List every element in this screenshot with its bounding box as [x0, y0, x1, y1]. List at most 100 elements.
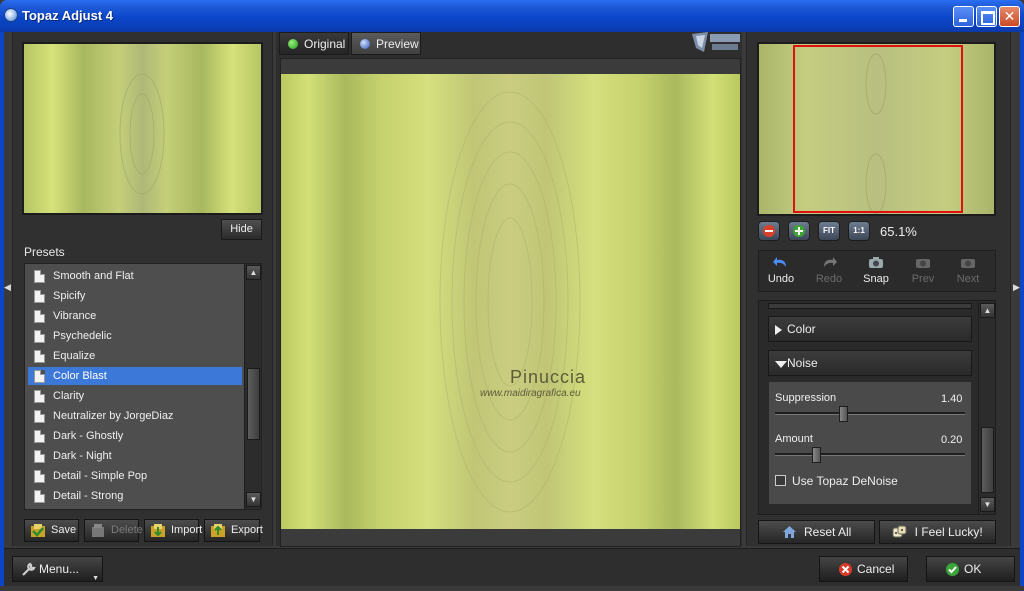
expand-arrow-icon: [775, 325, 782, 335]
zoom-fit-button[interactable]: FIT: [818, 221, 840, 241]
prev-button: Prev: [903, 256, 943, 285]
document-icon: [34, 470, 45, 483]
save-icon: [31, 524, 45, 537]
close-icon: ✕: [1003, 8, 1016, 24]
hide-button[interactable]: Hide: [221, 219, 262, 240]
delete-icon: [92, 524, 104, 537]
document-icon: [34, 330, 45, 343]
scroll-down-icon[interactable]: ▼: [246, 492, 261, 507]
document-icon: [34, 450, 45, 463]
scroll-up-icon[interactable]: ▲: [246, 265, 261, 280]
list-item[interactable]: Equalize: [28, 347, 242, 365]
collapse-left-panel-icon[interactable]: ◀: [4, 282, 12, 298]
preview-image[interactable]: [281, 74, 740, 529]
list-item[interactable]: Smooth and Flat: [28, 267, 242, 285]
zoom-out-icon: [763, 225, 775, 237]
zoom-100-button[interactable]: 1:1: [848, 221, 870, 241]
amount-value[interactable]: 0.20: [941, 434, 962, 446]
minimize-icon: [954, 7, 973, 26]
watermark-name: Pinuccia: [510, 367, 587, 387]
export-button[interactable]: Export: [204, 519, 263, 542]
minimize-button[interactable]: [953, 6, 974, 27]
preview-canvas[interactable]: [280, 58, 741, 547]
zoom-in-button[interactable]: [788, 221, 810, 241]
reset-all-button[interactable]: Reset All: [758, 520, 875, 544]
undo-button[interactable]: Undo: [761, 256, 801, 285]
amount-slider-handle[interactable]: [812, 447, 821, 463]
window-frame-right: [1020, 32, 1024, 586]
list-item[interactable]: Detail - Simple Pop: [28, 467, 242, 485]
zoom-out-button[interactable]: [758, 221, 780, 241]
document-icon: [34, 410, 45, 423]
tab-original[interactable]: Original: [279, 32, 349, 55]
maximize-icon: [977, 7, 996, 26]
denoise-checkbox[interactable]: [775, 475, 786, 486]
zoom-in-icon: [793, 225, 805, 237]
scroll-up-icon[interactable]: ▲: [980, 303, 995, 318]
save-button[interactable]: Save: [24, 519, 79, 542]
redo-button: Redo: [809, 256, 849, 285]
scrollbar-thumb[interactable]: [981, 427, 994, 493]
zoom-level: 65.1%: [880, 224, 917, 239]
app-logo-icon: [4, 8, 18, 22]
document-icon: [34, 310, 45, 323]
document-icon: [34, 490, 45, 503]
collapse-arrow-icon: [775, 361, 787, 368]
window-title: Topaz Adjust 4: [22, 8, 113, 23]
section-color[interactable]: Color: [768, 316, 972, 342]
suppression-slider-track[interactable]: [775, 412, 965, 415]
menu-button[interactable]: Menu... ▼: [12, 556, 103, 582]
list-item[interactable]: Clarity: [28, 387, 242, 405]
snap-button[interactable]: Snap: [856, 256, 896, 285]
i-feel-lucky-button[interactable]: I Feel Lucky!: [879, 520, 996, 544]
title-bar[interactable]: Topaz Adjust 4 ✕: [0, 0, 1024, 32]
list-item[interactable]: Dark - Night: [28, 447, 242, 465]
preset-list[interactable]: Smooth and Flat Spicify Vibrance Psyched…: [24, 263, 262, 510]
export-icon: [211, 524, 225, 537]
list-item[interactable]: Spicify: [28, 287, 242, 305]
document-icon: [34, 290, 45, 303]
list-item[interactable]: Dark - Ghostly: [28, 427, 242, 445]
preset-list-scrollbar[interactable]: ▲ ▼: [244, 264, 261, 509]
document-icon: [34, 370, 45, 383]
delete-button: Delete: [84, 519, 143, 542]
window-frame-left: [0, 32, 4, 586]
wrench-icon: [22, 562, 36, 576]
presets-label: Presets: [24, 245, 65, 259]
maximize-button[interactable]: [976, 6, 997, 27]
section-noise[interactable]: Noise: [768, 350, 972, 376]
prev-snapshot-icon: [916, 259, 930, 268]
green-dot-icon: [288, 39, 298, 49]
amount-slider-track[interactable]: [775, 453, 965, 456]
list-item[interactable]: Psychedelic: [28, 327, 242, 345]
document-icon: [34, 430, 45, 443]
scrollbar-thumb[interactable]: [247, 368, 260, 440]
checkmark-icon: [946, 563, 959, 576]
tab-preview[interactable]: Preview: [351, 32, 421, 55]
close-button[interactable]: ✕: [999, 6, 1020, 27]
scroll-down-icon[interactable]: ▼: [980, 497, 995, 512]
redo-icon: [824, 257, 837, 267]
navigator-thumbnail[interactable]: [757, 42, 996, 216]
suppression-label: Suppression: [775, 392, 837, 404]
list-item[interactable]: Vibrance: [28, 307, 242, 325]
denoise-label: Use Topaz DeNoise: [792, 474, 898, 488]
suppression-slider-handle[interactable]: [839, 406, 848, 422]
blue-dot-icon: [360, 39, 370, 49]
import-button[interactable]: Import: [144, 519, 202, 542]
amount-label: Amount: [775, 433, 813, 445]
list-item-selected[interactable]: Color Blast: [28, 367, 242, 385]
section-header-collapsed-top: [768, 303, 972, 309]
import-icon: [151, 524, 165, 537]
chevron-down-icon: ▼: [92, 575, 99, 582]
document-icon: [34, 390, 45, 403]
list-item[interactable]: Detail - Strong: [28, 487, 242, 505]
collapse-right-panel-icon[interactable]: ▶: [1013, 282, 1021, 298]
document-icon: [34, 270, 45, 283]
cancel-button[interactable]: Cancel: [819, 556, 908, 582]
next-snapshot-icon: [961, 259, 975, 268]
adjustments-scrollbar[interactable]: ▲ ▼: [978, 302, 995, 514]
suppression-value[interactable]: 1.40: [941, 393, 962, 405]
ok-button[interactable]: OK: [926, 556, 1015, 582]
list-item[interactable]: Neutralizer by JorgeDiaz: [28, 407, 242, 425]
